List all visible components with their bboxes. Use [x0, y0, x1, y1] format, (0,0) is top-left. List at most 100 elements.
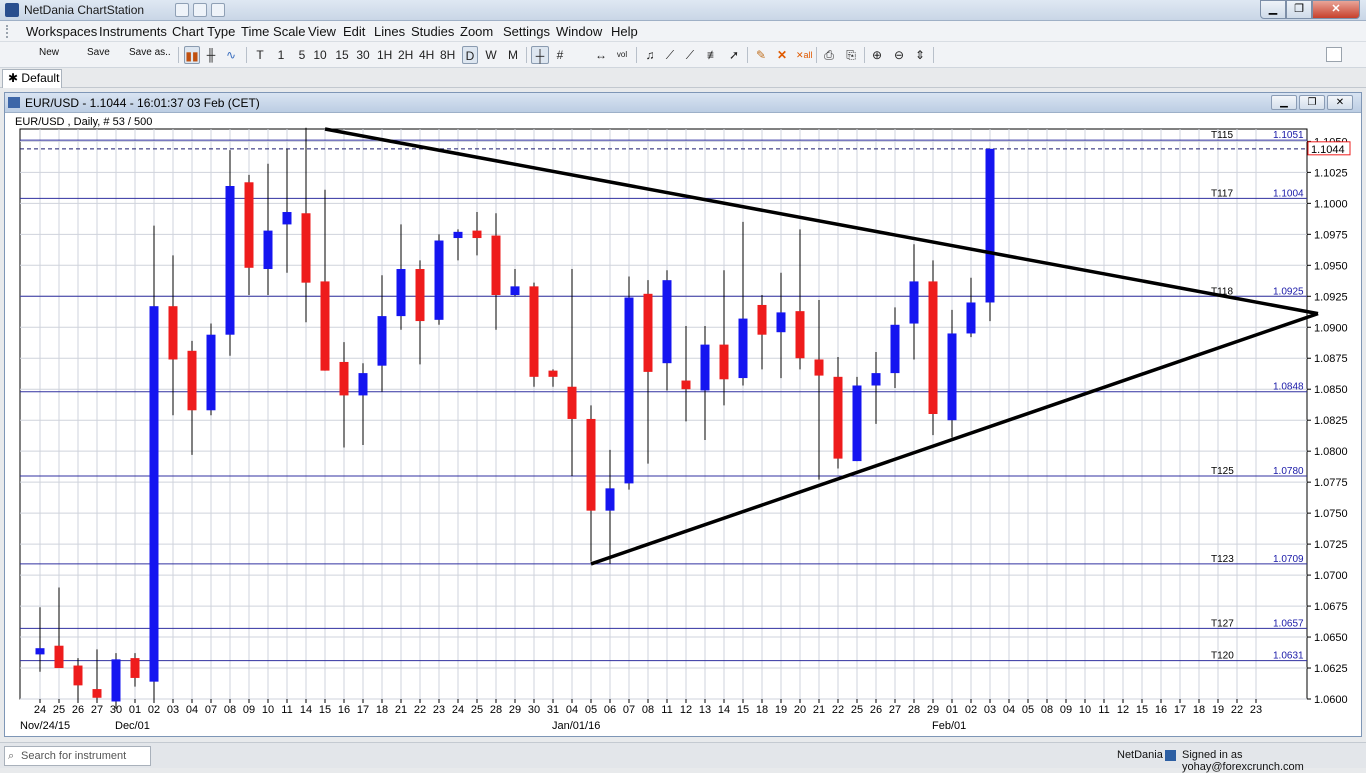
candle-up: [605, 488, 615, 511]
x-tick-label: 16: [1155, 704, 1167, 716]
menu-settings[interactable]: Settings: [503, 24, 550, 39]
alert-bell-icon[interactable]: ♫: [643, 46, 657, 64]
menu-workspaces[interactable]: Workspaces: [26, 24, 97, 39]
scroll-arrows-icon[interactable]: ↔: [594, 46, 608, 64]
quick-save-icon[interactable]: [211, 3, 225, 17]
arrow-tool-icon[interactable]: ➚: [727, 46, 741, 64]
zoom-in-icon[interactable]: ⊕: [870, 46, 884, 64]
x-date-label: Jan/01/16: [552, 720, 600, 732]
candle-up: [947, 333, 957, 421]
zoom-out-icon[interactable]: ⊖: [892, 46, 906, 64]
candle-up: [434, 240, 444, 320]
save-button[interactable]: Save: [87, 47, 110, 58]
timeframe-daily[interactable]: D: [462, 46, 478, 64]
candle-down: [757, 304, 767, 335]
crosshair-icon[interactable]: ┼: [531, 46, 549, 64]
x-tick-label: 29: [509, 704, 521, 716]
candle-up: [35, 648, 45, 655]
y-tick-label: 1.0775: [1314, 477, 1348, 489]
timeframe-5m[interactable]: 5: [295, 46, 309, 64]
print-preview-icon[interactable]: ⎘: [844, 46, 858, 64]
timeframe-2h[interactable]: 2H: [398, 46, 413, 64]
timeframe-15m[interactable]: 15: [335, 46, 349, 64]
print-icon[interactable]: ⎙: [822, 46, 836, 64]
candle-down: [719, 344, 729, 380]
candle-down: [529, 286, 539, 377]
timeframe-1m[interactable]: 1: [274, 46, 288, 64]
x-tick-label: 07: [205, 704, 217, 716]
candle-up: [624, 297, 634, 484]
candle-down: [130, 658, 140, 678]
last-price-label: 1.1044: [1311, 144, 1345, 156]
timeframe-4h[interactable]: 4H: [419, 46, 434, 64]
candle-up: [776, 312, 786, 333]
x-tick-label: 01: [129, 704, 141, 716]
candle-down: [415, 269, 425, 322]
chart-window-titlebar: EUR/USD - 1.1044 - 16:01:37 03 Feb (CET)…: [5, 93, 1361, 113]
chart-window-icon: [8, 97, 20, 108]
level-label: T120: [1211, 651, 1234, 662]
x-tick-label: 22: [414, 704, 426, 716]
new-button[interactable]: New: [39, 47, 59, 58]
candle-down: [643, 293, 653, 372]
y-tick-label: 1.0975: [1314, 229, 1348, 241]
tab-default[interactable]: ✱ Default: [2, 69, 62, 88]
line-chart-icon[interactable]: ∿: [224, 46, 238, 64]
delete-object-icon[interactable]: ✕: [775, 46, 789, 64]
chart-minimize-button[interactable]: ▁: [1271, 95, 1297, 110]
timeframe-weekly[interactable]: W: [484, 46, 498, 64]
menu-time-scale[interactable]: Time Scale: [241, 24, 306, 39]
pencil-icon[interactable]: ✎: [754, 46, 768, 64]
timeframe-30m[interactable]: 30: [356, 46, 370, 64]
maximize-button[interactable]: ❐: [1286, 0, 1312, 19]
panel-toggle-icon[interactable]: [1326, 47, 1342, 62]
candle-down: [795, 311, 805, 359]
x-tick-label: 04: [1003, 704, 1015, 716]
chart-window-title: EUR/USD - 1.1044 - 16:01:37 03 Feb (CET): [25, 96, 260, 110]
menu-instruments[interactable]: Instruments: [99, 24, 167, 39]
x-tick-label: 23: [1250, 704, 1262, 716]
close-button[interactable]: ✕: [1312, 0, 1360, 19]
delete-all-icon[interactable]: ✕all: [796, 46, 813, 64]
search-icon: ⌕: [8, 750, 15, 762]
minimize-button[interactable]: ▁: [1260, 0, 1286, 19]
chart-close-button[interactable]: ✕: [1327, 95, 1353, 110]
timeframe-monthly[interactable]: M: [506, 46, 520, 64]
quick-open-icon[interactable]: [193, 3, 207, 17]
menu-studies[interactable]: Studies: [411, 24, 454, 39]
chart-restore-button[interactable]: ❐: [1299, 95, 1325, 110]
candle-up: [890, 324, 900, 374]
channel-icon[interactable]: ⟋: [683, 46, 697, 64]
menu-help[interactable]: Help: [611, 24, 638, 39]
menu-window[interactable]: Window: [556, 24, 602, 39]
menu-zoom[interactable]: Zoom: [460, 24, 493, 39]
menu-view[interactable]: View: [308, 24, 336, 39]
menu-edit[interactable]: Edit: [343, 24, 365, 39]
toolbar-separator: [864, 47, 865, 63]
timeframe-8h[interactable]: 8H: [440, 46, 455, 64]
candle-down: [301, 213, 311, 283]
candle-down: [586, 418, 596, 511]
fibonacci-icon[interactable]: ≢: [706, 46, 720, 64]
netdania-logo-icon: [5, 3, 19, 17]
timeframe-10m[interactable]: 10: [313, 46, 327, 64]
menu-lines[interactable]: Lines: [374, 24, 405, 39]
price-chart[interactable]: EUR/USD , Daily, # 53 / 500 1.0600 1.0625 1…: [5, 113, 1361, 736]
x-tick-label: 18: [756, 704, 768, 716]
grid-icon[interactable]: #: [553, 46, 567, 64]
candle-down: [168, 306, 178, 360]
fit-zoom-icon[interactable]: ⇕: [913, 46, 927, 64]
volume-icon[interactable]: vol: [615, 46, 629, 64]
candlestick-chart-icon[interactable]: ▮▮: [184, 46, 200, 64]
toolbar-separator: [636, 47, 637, 63]
quick-new-icon[interactable]: [175, 3, 189, 17]
save-as-button[interactable]: Save as..: [129, 47, 171, 58]
trendline-icon[interactable]: ⟋: [663, 46, 677, 64]
menu-chart-type[interactable]: Chart Type: [172, 24, 235, 39]
instrument-search-input[interactable]: ⌕ Search for instrument: [4, 746, 151, 766]
timeframe-tick[interactable]: T: [253, 46, 267, 64]
bar-chart-icon[interactable]: ╫: [204, 46, 218, 64]
timeframe-1h[interactable]: 1H: [377, 46, 392, 64]
x-tick-label: 23: [433, 704, 445, 716]
x-tick-label: 12: [680, 704, 692, 716]
